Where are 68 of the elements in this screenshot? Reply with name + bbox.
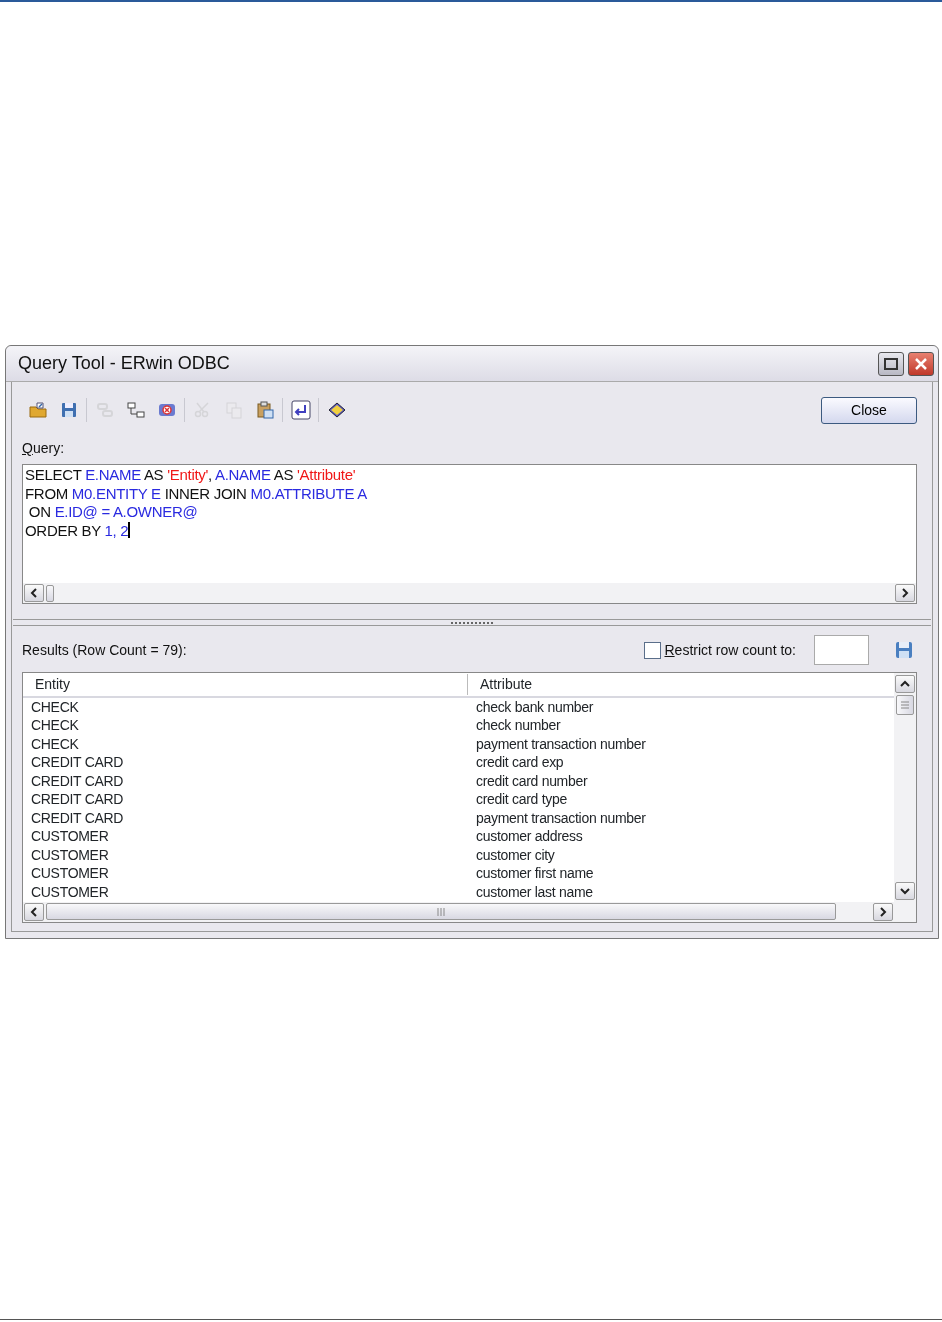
chevron-right-icon: [879, 906, 887, 917]
horizontal-scrollbar[interactable]: [23, 583, 916, 603]
code-line: FROM M0.ENTITY E INNER JOIN M0.ATTRIBUTE A: [25, 484, 368, 503]
grip-icon: [437, 907, 445, 916]
save-icon[interactable]: [895, 641, 913, 659]
column-header[interactable]: Entity: [23, 674, 468, 695]
window-title: Query Tool - ERwin ODBC: [18, 352, 230, 375]
table-cell-text: credit card type: [475, 790, 567, 810]
table-cell-text: customer city: [475, 845, 555, 865]
table-cell-text: credit card exp: [475, 753, 564, 773]
chevron-left-icon: [30, 588, 38, 598]
maximize-button[interactable]: [878, 351, 904, 376]
folder-icon[interactable]: [27, 400, 48, 420]
scroll-down-button[interactable]: [895, 881, 915, 900]
table-cell-text: CHECK: [30, 716, 80, 736]
scroll-left-button[interactable]: [24, 584, 44, 602]
query-editor[interactable]: SELECT E.NAME AS 'Entity', A.NAME AS 'Attribute' FROM M0.ENTITY E INNER JOIN M0.ATTRIBUTE A ON E.ID@ = A.OWNER@ ORDER BY 1, 2: [22, 464, 917, 604]
chevron-right-icon: [901, 588, 909, 598]
close-icon: [914, 356, 928, 371]
enter-icon[interactable]: [290, 400, 311, 420]
scrollbar-thumb[interactable]: [46, 903, 836, 920]
table-cell-text: check number: [475, 716, 561, 736]
code-line: ON E.ID@ = A.OWNER@: [27, 503, 199, 522]
scrollbar-thumb[interactable]: [46, 584, 54, 602]
chevron-left-icon: [30, 906, 38, 917]
scroll-right-button[interactable]: [873, 902, 893, 921]
results-label: Results (Row Count = 79):: [22, 640, 187, 660]
grip-icon: [450, 621, 494, 624]
table-cell-text: payment transaction number: [475, 808, 646, 828]
relation-icon[interactable]: [125, 400, 146, 420]
text-cursor: [128, 521, 131, 538]
grip-icon: [901, 701, 909, 709]
query-label: Query:: [22, 439, 65, 458]
table-cell-text: credit card number: [475, 771, 588, 791]
table-cell-text: CHECK: [30, 697, 80, 717]
close-button[interactable]: Close: [821, 396, 917, 424]
vertical-scrollbar[interactable]: [894, 673, 916, 902]
close-window-button[interactable]: [908, 351, 934, 376]
checkbox-label[interactable]: Restrict row count to:: [664, 639, 796, 661]
code-line: SELECT E.NAME AS 'Entity', A.NAME AS 'Attribute': [25, 466, 357, 485]
checkbox[interactable]: [644, 641, 662, 659]
table-cell-text: customer first name: [475, 864, 594, 884]
table-cell-text: customer address: [475, 827, 583, 847]
scroll-up-button[interactable]: [895, 675, 915, 693]
table-cell-text: payment transaction number: [475, 734, 646, 754]
scroll-right-button[interactable]: [895, 584, 915, 602]
horizontal-scrollbar[interactable]: [23, 901, 916, 922]
table-cell-text: CREDIT CARD: [30, 753, 125, 773]
chevron-down-icon: [900, 886, 910, 895]
code-line: ORDER BY 1, 2: [25, 521, 132, 540]
table-cell-text: CREDIT CARD: [30, 771, 125, 791]
scroll-left-button[interactable]: [24, 902, 44, 921]
splitter-bar[interactable]: [13, 619, 931, 626]
chevron-up-icon: [900, 680, 910, 688]
table-cell-text: check bank number: [475, 697, 594, 717]
maximize-icon: [884, 357, 898, 370]
table-cell-text: CHECK: [30, 734, 80, 754]
table-cell-text: CUSTOMER: [30, 882, 110, 902]
table-cell-text: CUSTOMER: [30, 864, 110, 884]
table-cell-text: customer last name: [475, 882, 593, 902]
table-cell-text: CREDIT CARD: [30, 790, 125, 810]
row-count-field[interactable]: [814, 635, 869, 665]
table-cell-text: CUSTOMER: [30, 827, 110, 847]
column-header[interactable]: Attribute: [468, 674, 533, 695]
table-cell-text: CREDIT CARD: [30, 808, 125, 828]
table-cell-text: CUSTOMER: [30, 845, 110, 865]
clipboard-icon[interactable]: [254, 400, 275, 420]
scrollbar-thumb[interactable]: [896, 695, 914, 715]
